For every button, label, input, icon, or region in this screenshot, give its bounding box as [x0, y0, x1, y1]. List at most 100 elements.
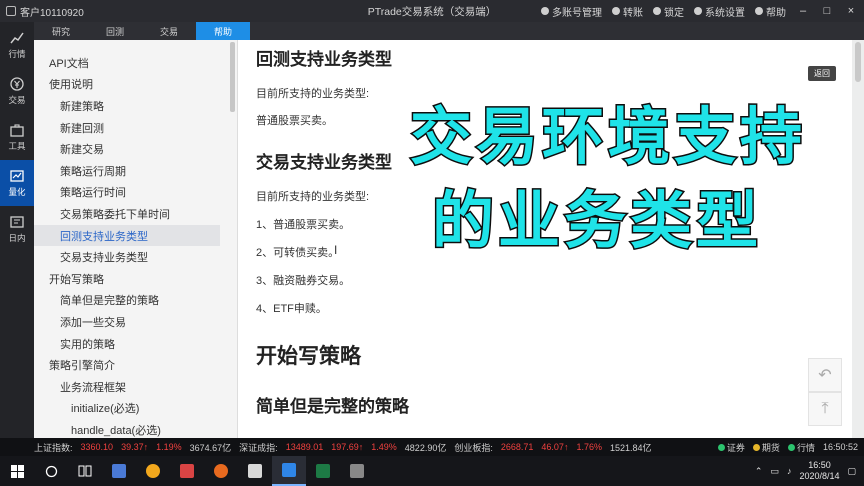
maximize-button[interactable]: □: [820, 5, 834, 17]
menu-settings[interactable]: 系统设置: [694, 4, 745, 19]
back-button[interactable]: 返回: [808, 66, 836, 81]
arrow-up-icon: ⤒: [821, 400, 829, 417]
nav-item[interactable]: API文档: [34, 52, 237, 74]
cy-index-change: 46.07↑: [541, 442, 569, 452]
lock-icon: [653, 7, 661, 15]
nav-item[interactable]: initialize(必选): [34, 398, 237, 420]
module-tabs: 研究 回测 交易 帮助: [34, 22, 864, 40]
user-id: 客户10110920: [20, 7, 84, 19]
leftnav-tools[interactable]: 工具: [0, 114, 34, 160]
cy-index-pct: 1.76%: [576, 442, 602, 452]
intraday-icon: [10, 215, 24, 228]
nav-item[interactable]: 策略运行时间: [34, 182, 237, 204]
undo-button[interactable]: ↶: [808, 358, 842, 392]
trade-item-2: 2、可转债买卖。: [256, 247, 340, 259]
overlay-caption-line2: 的业务类型: [430, 186, 763, 258]
task-view-icon: [78, 465, 92, 477]
overlay-caption-line1: 交易环境支持: [408, 102, 807, 174]
menu-multi-account[interactable]: 多账号管理: [541, 4, 602, 19]
taskbar-app-7[interactable]: [340, 456, 374, 486]
taskbar-app-ptrade[interactable]: [272, 456, 306, 486]
volume-icon[interactable]: ♪: [787, 466, 792, 476]
nav-item[interactable]: 新建回测: [34, 117, 237, 139]
cy-index-amount: 1521.84亿: [609, 442, 652, 453]
nav-scrollbar[interactable]: [230, 42, 235, 112]
nav-item[interactable]: 新建交易: [34, 138, 237, 160]
taskbar-app-5[interactable]: [238, 456, 272, 486]
content-scrollbar-thumb[interactable]: [855, 42, 861, 82]
nav-item[interactable]: 新建策略: [34, 95, 237, 117]
leftnav-market[interactable]: 行情: [0, 22, 34, 68]
trade-supported-text: 目前所支持的业务类型:: [256, 191, 370, 203]
taskbar-app-1[interactable]: [102, 456, 136, 486]
notification-icon[interactable]: ▢: [847, 466, 856, 477]
tab-trade[interactable]: 交易: [142, 22, 196, 40]
nav-item[interactable]: 交易策略委托下单时间: [34, 203, 237, 225]
nav-item[interactable]: handle_data(必选): [34, 419, 237, 438]
market-ticker: 上证指数: 3360.10 39.37↑ 1.19% 3674.67亿 深证成指…: [0, 438, 864, 456]
leftnav-quant[interactable]: 量化: [0, 160, 34, 206]
ticker-time: 16:50:52: [822, 442, 858, 452]
sh-index-pct: 1.19%: [156, 442, 182, 452]
leftnav-trade[interactable]: 交易: [0, 68, 34, 114]
sh-index-value: 3360.10: [80, 442, 114, 452]
sh-index-amount: 3674.67亿: [189, 442, 232, 453]
taskbar-clock[interactable]: 16:50 2020/8/14: [799, 460, 839, 482]
app-gear-icon: [248, 464, 262, 478]
heading-simple-strategy: 简单但是完整的策略: [256, 397, 409, 416]
status-securities[interactable]: 证券: [717, 441, 745, 454]
nav-item[interactable]: 策略引擎简介: [34, 354, 237, 376]
app-bird-icon: [112, 464, 126, 478]
heading-start-strategy: 开始写策略: [256, 345, 361, 368]
status-market[interactable]: 行情: [787, 441, 815, 454]
taskbar-app-excel[interactable]: [306, 456, 340, 486]
top-menu: 多账号管理 转账 锁定 系统设置 帮助 – □ ×: [541, 0, 864, 22]
status-futures[interactable]: 期货: [752, 441, 780, 454]
nav-item[interactable]: 添加一些交易: [34, 311, 237, 333]
back-to-top-button[interactable]: ⤒: [808, 392, 842, 426]
leftnav-intraday[interactable]: 日内: [0, 206, 34, 252]
minimize-button[interactable]: –: [796, 5, 810, 17]
taskbar-app-4[interactable]: [204, 456, 238, 486]
taskbar-app-3[interactable]: [170, 456, 204, 486]
title-bar: 客户10110920 PTrade交易系统（交易端） 多账号管理 转账 锁定 系…: [0, 0, 864, 22]
close-button[interactable]: ×: [844, 5, 858, 17]
text-cursor-icon: I: [334, 243, 338, 257]
app-media-icon: [214, 464, 228, 478]
nav-item[interactable]: 实用的策略: [34, 333, 237, 355]
start-button[interactable]: [0, 456, 34, 486]
tab-research[interactable]: 研究: [34, 22, 88, 40]
backtest-stock-text: 普通股票买卖。: [256, 115, 333, 127]
nav-item[interactable]: 交易支持业务类型: [34, 246, 237, 268]
network-icon[interactable]: ▭: [770, 466, 779, 477]
app-excel-icon: [316, 464, 330, 478]
nav-item[interactable]: 简单但是完整的策略: [34, 290, 237, 312]
user-account[interactable]: 客户10110920: [0, 4, 250, 19]
tab-help[interactable]: 帮助: [196, 22, 250, 40]
user-icon: [6, 6, 16, 16]
multi-account-icon: [541, 7, 549, 15]
system-tray: ⌃ ▭ ♪ 16:50 2020/8/14 ▢: [755, 456, 864, 486]
nav-item[interactable]: 开始写策略: [34, 268, 237, 290]
nav-item[interactable]: 策略运行周期: [34, 160, 237, 182]
connection-status: 证券 期货 行情 16:50:52: [717, 441, 858, 454]
nav-item[interactable]: 回测支持业务类型: [34, 224, 220, 247]
show-hidden-icons-button[interactable]: ⌃: [755, 466, 763, 477]
taskbar-app-2[interactable]: [136, 456, 170, 486]
menu-transfer[interactable]: 转账: [612, 4, 643, 19]
gear-icon: [694, 7, 702, 15]
sz-index-pct: 1.49%: [371, 442, 397, 452]
sz-index-value: 13489.01: [285, 442, 324, 452]
menu-lock[interactable]: 锁定: [653, 4, 684, 19]
cy-index-value: 2668.71: [500, 442, 534, 452]
search-taskbar-button[interactable]: [34, 456, 68, 486]
content-scrollbar[interactable]: [852, 40, 864, 438]
tab-backtest[interactable]: 回测: [88, 22, 142, 40]
doc-nav-tree: API文档 使用说明 新建策略 新建回测 新建交易 策略运行周期 策略运行时间 交易策略委托下…: [34, 40, 238, 438]
nav-item[interactable]: 业务流程框架: [34, 376, 237, 398]
app-dialog-icon: [180, 464, 194, 478]
task-view-button[interactable]: [68, 456, 102, 486]
menu-help[interactable]: 帮助: [755, 4, 786, 19]
nav-item[interactable]: 使用说明: [34, 74, 237, 96]
quant-icon: [10, 169, 24, 182]
